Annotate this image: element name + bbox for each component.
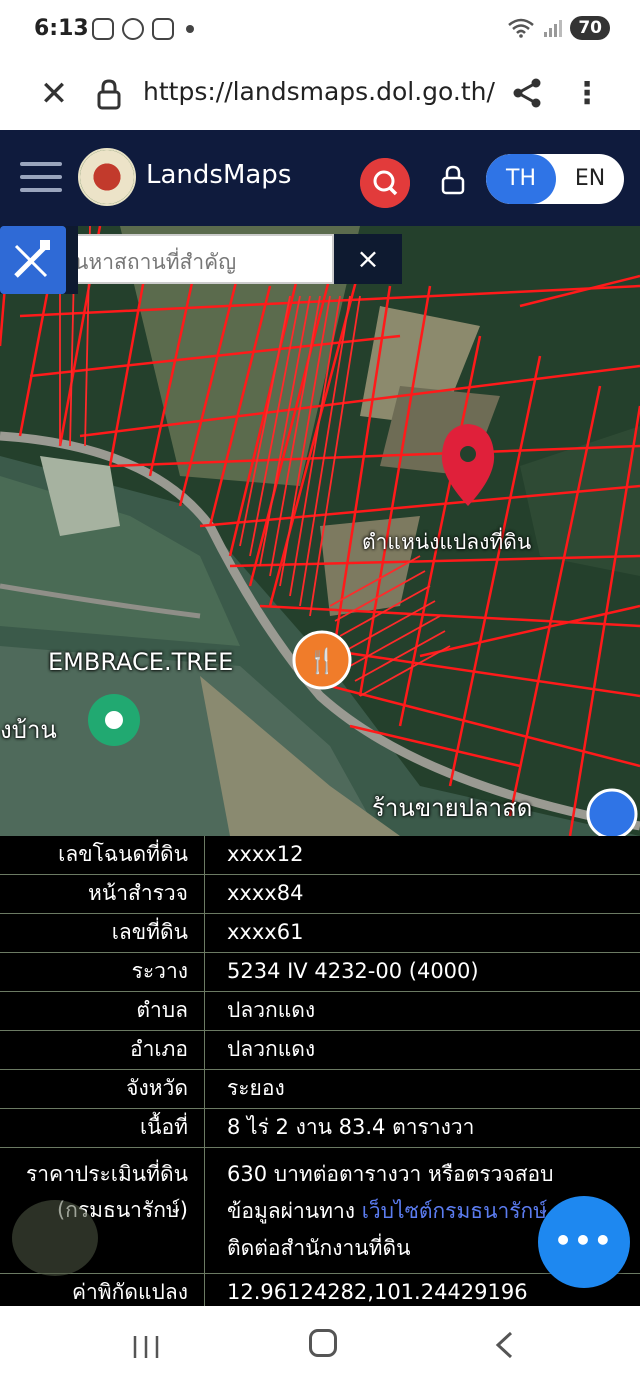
close-icon[interactable]: ✕ [36,76,72,112]
row-label: ระวาง [0,953,205,991]
poi-label: งบ้าน [0,716,57,744]
svg-text:🍴: 🍴 [307,647,337,675]
row-label: อำเภอ [0,1031,205,1069]
home-button-icon[interactable] [309,1329,337,1357]
row-label: เลขโฉนดที่ดิน [0,836,205,874]
treasury-website-link[interactable]: เว็บไซต์กรมธนารักษ์ [362,1199,547,1223]
more-notifications-icon [186,25,194,33]
place-search-input[interactable]: ค้นหาสถานที่สำคัญ [52,234,334,284]
gallery-icon [92,18,114,40]
back-icon[interactable] [493,1330,515,1360]
messenger-icon [122,18,144,40]
recent-apps-icon[interactable] [132,1334,160,1360]
satellite-map: 🍴 [0,226,640,836]
lock-icon[interactable] [96,78,122,110]
status-bar: 6:13 70 [0,0,640,60]
table-row: หน้าสำรวจ xxxx84 [0,875,640,914]
status-time: 6:13 [34,16,89,41]
language-toggle[interactable]: TH EN [486,154,624,204]
table-row: อำเภอ ปลวกแดง [0,1031,640,1070]
parcel-location-label: ตำแหน่งแปลงที่ดิน [362,530,532,554]
table-row: จังหวัด ระยอง [0,1070,640,1109]
browser-url-bar: ✕ https://landsmaps.dol.go.th/ ⋮ [0,60,640,130]
more-actions-button[interactable]: ••• [538,1196,630,1288]
more-dots-icon: ••• [554,1224,614,1257]
clear-search-button[interactable]: × [334,234,402,284]
coordinate-label: ค่าพิกัดแปลง [0,1274,205,1306]
status-right: 70 [508,16,610,40]
brand-title: LandsMaps [146,160,292,190]
price-label-line1: ราคาประเมินที่ดิน [25,1162,188,1186]
instagram-icon [152,18,174,40]
row-label: จังหวัด [0,1070,205,1108]
search-icon[interactable] [360,158,410,208]
share-icon[interactable] [510,76,544,110]
coordinate-row: ค่าพิกัดแปลง 12.96124282,101.24429196 [0,1274,640,1306]
row-value: 8 ไร่ 2 งาน 83.4 ตารางวา [227,1115,475,1139]
department-logo [78,148,136,206]
battery-indicator: 70 [570,16,610,40]
info-icon[interactable] [12,1200,98,1276]
url-text[interactable]: https://landsmaps.dol.go.th/ [143,77,495,106]
wifi-icon [508,18,535,38]
login-lock-icon[interactable] [440,164,466,196]
row-value: xxxx84 [227,881,304,905]
android-nav-bar [0,1306,640,1386]
table-row: เลขที่ดิน xxxx61 [0,914,640,953]
row-value: ปลวกแดง [227,998,316,1022]
price-line2-prefix: ข้อมูลผ่านทาง [227,1199,362,1223]
table-row: เนื้อที่ 8 ไร่ 2 งาน 83.4 ตารางวา [0,1109,640,1148]
table-row: ระวาง 5234 IV 4232-00 (4000) [0,953,640,992]
poi-embrace-tree-label[interactable]: EMBRACE.TREE [48,648,233,676]
notification-icons [92,18,194,40]
row-label: เนื้อที่ [0,1109,205,1147]
row-label: เลขที่ดิน [0,914,205,952]
lang-en-button[interactable]: EN [556,154,624,204]
poi-fish-shop-label[interactable]: ร้านขายปลาสด [372,788,532,827]
row-value: ระยอง [227,1076,285,1100]
row-value: xxxx61 [227,920,304,944]
more-options-icon[interactable]: ⋮ [572,74,602,114]
row-value: 5234 IV 4232-00 (4000) [227,959,479,983]
row-value: xxxx12 [227,842,304,866]
row-label: หน้าสำรวจ [0,875,205,913]
lang-th-button[interactable]: TH [486,154,556,204]
measure-tool-icon[interactable] [0,226,66,294]
map-view[interactable]: 🍴 ค้นหาสถานที่สำคัญ × ตำแหน่งแปลงที่ดิน … [0,226,640,836]
price-line1: 630 บาทต่อตารางวา หรือตรวจสอบ [227,1162,554,1186]
table-row: เลขโฉนดที่ดิน xxxx12 [0,836,640,875]
app-header: LandsMaps TH EN [0,130,640,226]
signal-icon [544,20,563,37]
screen: 6:13 70 ✕ https://landsmaps.dol.go.th/ ⋮… [0,0,640,1386]
table-row: ตำบล ปลวกแดง [0,992,640,1031]
menu-icon[interactable] [20,162,62,192]
row-label: ตำบล [0,992,205,1030]
row-value: ปลวกแดง [227,1037,316,1061]
